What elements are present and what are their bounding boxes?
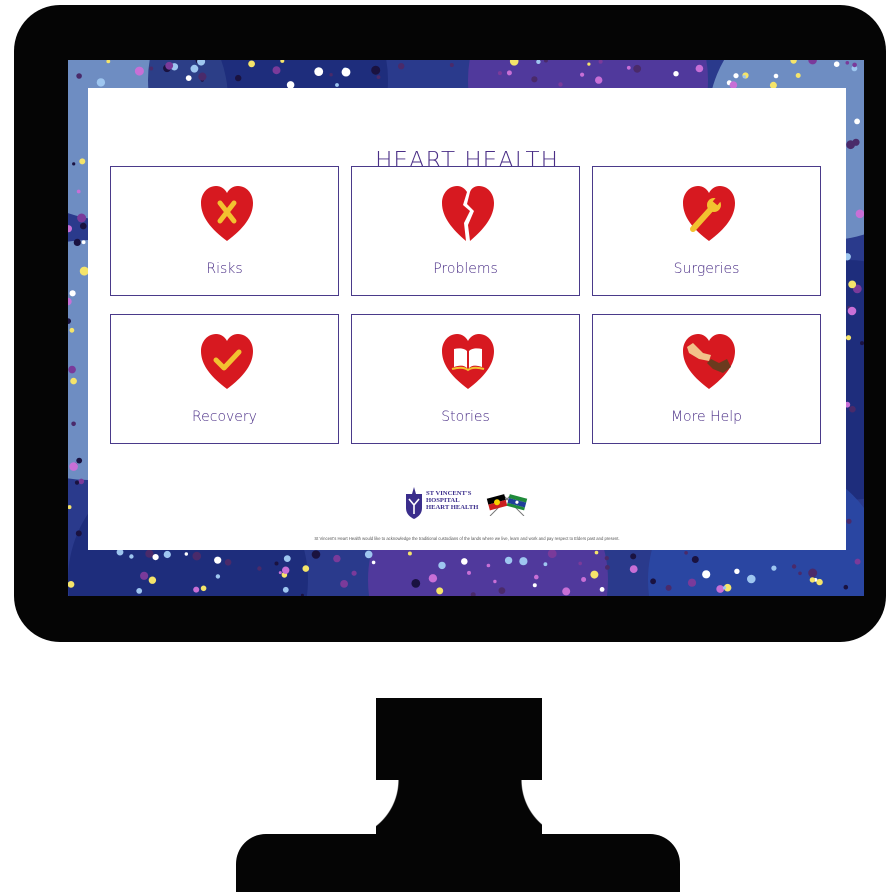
tile-label: Risks — [206, 261, 243, 277]
tile-label: Stories — [441, 409, 490, 425]
tile-label: More Help — [670, 409, 743, 425]
heart-book-icon — [442, 334, 494, 389]
web-page: HEART HEALTH Risks Problems Surgeries Re… — [88, 88, 846, 550]
tile-recovery[interactable]: Recovery — [110, 314, 339, 444]
tile-label: Problems — [433, 261, 498, 277]
tile-more-help[interactable]: More Help — [592, 314, 821, 444]
broken-heart-icon — [442, 186, 494, 241]
monitor-stand-curve — [500, 780, 580, 840]
tile-risks[interactable]: Risks — [110, 166, 339, 296]
heart-wrench-icon — [683, 186, 735, 241]
tile-label: Surgeries — [673, 261, 740, 277]
tile-surgeries[interactable]: Surgeries — [592, 166, 821, 296]
footer-logos: ST VINCENT'S HOSPITAL HEART HEALTH — [404, 486, 534, 520]
monitor-stand-base — [236, 834, 680, 892]
tile-problems[interactable]: Problems — [351, 166, 580, 296]
heart-check-icon — [201, 334, 253, 389]
heart-hands-icon — [683, 334, 735, 389]
tile-stories[interactable]: Stories — [351, 314, 580, 444]
flags-icon — [486, 494, 528, 516]
tile-label: Recovery — [192, 409, 257, 425]
hospital-shield-logo — [406, 487, 422, 519]
acknowledgement-text: St Vincent's Heart Health would like to … — [314, 536, 620, 541]
monitor-screen: HEART HEALTH Risks Problems Surgeries Re… — [68, 60, 864, 596]
hospital-logo-text: ST VINCENT'S HOSPITAL HEART HEALTH — [426, 490, 479, 511]
heart-x-icon — [201, 186, 253, 241]
monitor-stand-curve — [340, 780, 420, 840]
